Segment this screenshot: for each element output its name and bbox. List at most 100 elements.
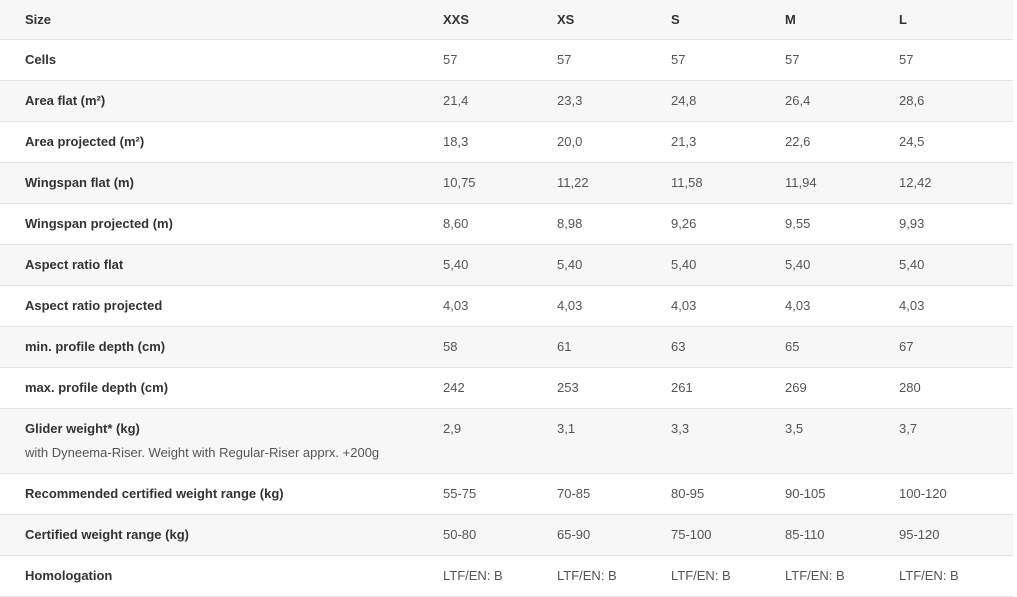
row-label-text: min. profile depth (cm) bbox=[25, 339, 166, 354]
row-label-text: max. profile depth (cm) bbox=[25, 380, 169, 395]
table-row: Wingspan flat (m) 10,75 11,22 11,58 11,94 12,… bbox=[0, 162, 1013, 204]
row-value: LTF/EN: B bbox=[443, 555, 557, 597]
row-value: 90-105 bbox=[785, 473, 899, 515]
row-value: LTF/EN: B bbox=[785, 555, 899, 597]
row-value: 4,03 bbox=[785, 285, 899, 327]
row-label-text: Aspect ratio projected bbox=[25, 298, 163, 313]
row-value: 8,98 bbox=[557, 203, 671, 245]
row-value: 5,40 bbox=[557, 244, 671, 286]
row-value: 58 bbox=[443, 326, 557, 368]
row-value: 23,3 bbox=[557, 80, 671, 122]
row-label: Glider weight* (kg) with Dyneema-Riser. W… bbox=[0, 408, 443, 474]
row-value: 61 bbox=[557, 326, 671, 368]
row-value: 261 bbox=[671, 367, 785, 409]
row-value: 50-80 bbox=[443, 514, 557, 556]
row-value: 5,40 bbox=[671, 244, 785, 286]
row-value: 57 bbox=[899, 39, 1013, 81]
row-value: 24,5 bbox=[899, 121, 1013, 163]
row-value: 57 bbox=[557, 39, 671, 81]
row-value: 12,42 bbox=[899, 162, 1013, 204]
specification-table: Size XXS XS S M L Cells 57 57 57 57 57 Area fl… bbox=[0, 0, 1013, 597]
row-label-text: Homologation bbox=[25, 568, 113, 583]
row-value: 3,7 bbox=[899, 408, 1013, 474]
table-row: Area flat (m²) 21,4 23,3 24,8 26,4 28,6 bbox=[0, 80, 1013, 122]
row-value: LTF/EN: B bbox=[671, 555, 785, 597]
row-value: 22,6 bbox=[785, 121, 899, 163]
table-row: Recommended certified weight range (kg) 5… bbox=[0, 473, 1013, 515]
table-row: Certified weight range (kg) 50-80 65-90 75-… bbox=[0, 514, 1013, 556]
row-label-text: Certified weight range (kg) bbox=[25, 527, 189, 542]
row-label-text: Wingspan flat (m) bbox=[25, 175, 134, 190]
row-value: 80-95 bbox=[671, 473, 785, 515]
row-value: 11,22 bbox=[557, 162, 671, 204]
table-header: Size XXS XS S M L bbox=[0, 0, 1013, 40]
row-value: 9,55 bbox=[785, 203, 899, 245]
row-value: 269 bbox=[785, 367, 899, 409]
specification-table-container: Size XXS XS S M L Cells 57 57 57 57 57 Area fl… bbox=[0, 0, 1013, 597]
row-label-text: Recommended certified weight range (kg) bbox=[25, 486, 284, 501]
row-value: 3,5 bbox=[785, 408, 899, 474]
column-header-m: M bbox=[785, 0, 899, 40]
row-value: 2,9 bbox=[443, 408, 557, 474]
column-header-size: Size bbox=[0, 0, 443, 40]
row-label-text: Cells bbox=[25, 52, 57, 67]
table-row: min. profile depth (cm) 58 61 63 65 67 bbox=[0, 326, 1013, 368]
row-value: 95-120 bbox=[899, 514, 1013, 556]
row-value: 57 bbox=[443, 39, 557, 81]
row-value: 70-85 bbox=[557, 473, 671, 515]
row-label-text: Aspect ratio flat bbox=[25, 257, 124, 272]
row-value: 10,75 bbox=[443, 162, 557, 204]
row-value: 65-90 bbox=[557, 514, 671, 556]
row-value: 4,03 bbox=[671, 285, 785, 327]
row-value: 5,40 bbox=[443, 244, 557, 286]
row-value: 11,94 bbox=[785, 162, 899, 204]
table-header-row: Size XXS XS S M L bbox=[0, 0, 1013, 40]
row-value: 21,4 bbox=[443, 80, 557, 122]
row-label-text: Area flat (m²) bbox=[25, 93, 106, 108]
row-value: 20,0 bbox=[557, 121, 671, 163]
row-value: 65 bbox=[785, 326, 899, 368]
column-header-xxs: XXS bbox=[443, 0, 557, 40]
row-value: 253 bbox=[557, 367, 671, 409]
row-value: 18,3 bbox=[443, 121, 557, 163]
table-row: max. profile depth (cm) 242 253 261 269 280 bbox=[0, 367, 1013, 409]
row-label: max. profile depth (cm) bbox=[0, 367, 443, 409]
row-label: Area flat (m²) bbox=[0, 80, 443, 122]
row-value: 100-120 bbox=[899, 473, 1013, 515]
row-value: 24,8 bbox=[671, 80, 785, 122]
row-value: 11,58 bbox=[671, 162, 785, 204]
column-header-xs: XS bbox=[557, 0, 671, 40]
row-value: 85-110 bbox=[785, 514, 899, 556]
table-row: Area projected (m²) 18,3 20,0 21,3 22,6 24,5 bbox=[0, 121, 1013, 163]
row-value: 9,26 bbox=[671, 203, 785, 245]
row-value: 28,6 bbox=[899, 80, 1013, 122]
row-value: 4,03 bbox=[443, 285, 557, 327]
row-value: 26,4 bbox=[785, 80, 899, 122]
row-value: 3,1 bbox=[557, 408, 671, 474]
row-value: LTF/EN: B bbox=[557, 555, 671, 597]
row-value: 280 bbox=[899, 367, 1013, 409]
table-body: Cells 57 57 57 57 57 Area flat (m²) 21,4 23,3 24,… bbox=[0, 39, 1013, 597]
table-row: Glider weight* (kg) with Dyneema-Riser. W… bbox=[0, 408, 1013, 474]
row-value: 21,3 bbox=[671, 121, 785, 163]
row-value: 4,03 bbox=[899, 285, 1013, 327]
row-value: LTF/EN: B bbox=[899, 555, 1013, 597]
row-label: Cells bbox=[0, 39, 443, 81]
row-value: 57 bbox=[785, 39, 899, 81]
row-value: 5,40 bbox=[899, 244, 1013, 286]
row-label-text: Area projected (m²) bbox=[25, 134, 145, 149]
row-value: 4,03 bbox=[557, 285, 671, 327]
row-label: Certified weight range (kg) bbox=[0, 514, 443, 556]
row-label: Area projected (m²) bbox=[0, 121, 443, 163]
row-label: Recommended certified weight range (kg) bbox=[0, 473, 443, 515]
row-value: 8,60 bbox=[443, 203, 557, 245]
row-value: 75-100 bbox=[671, 514, 785, 556]
row-value: 9,93 bbox=[899, 203, 1013, 245]
row-value: 57 bbox=[671, 39, 785, 81]
row-label: Homologation bbox=[0, 555, 443, 597]
row-value: 242 bbox=[443, 367, 557, 409]
row-value: 55-75 bbox=[443, 473, 557, 515]
row-label: Wingspan flat (m) bbox=[0, 162, 443, 204]
column-header-l: L bbox=[899, 0, 1013, 40]
row-label-text: Wingspan projected (m) bbox=[25, 216, 173, 231]
